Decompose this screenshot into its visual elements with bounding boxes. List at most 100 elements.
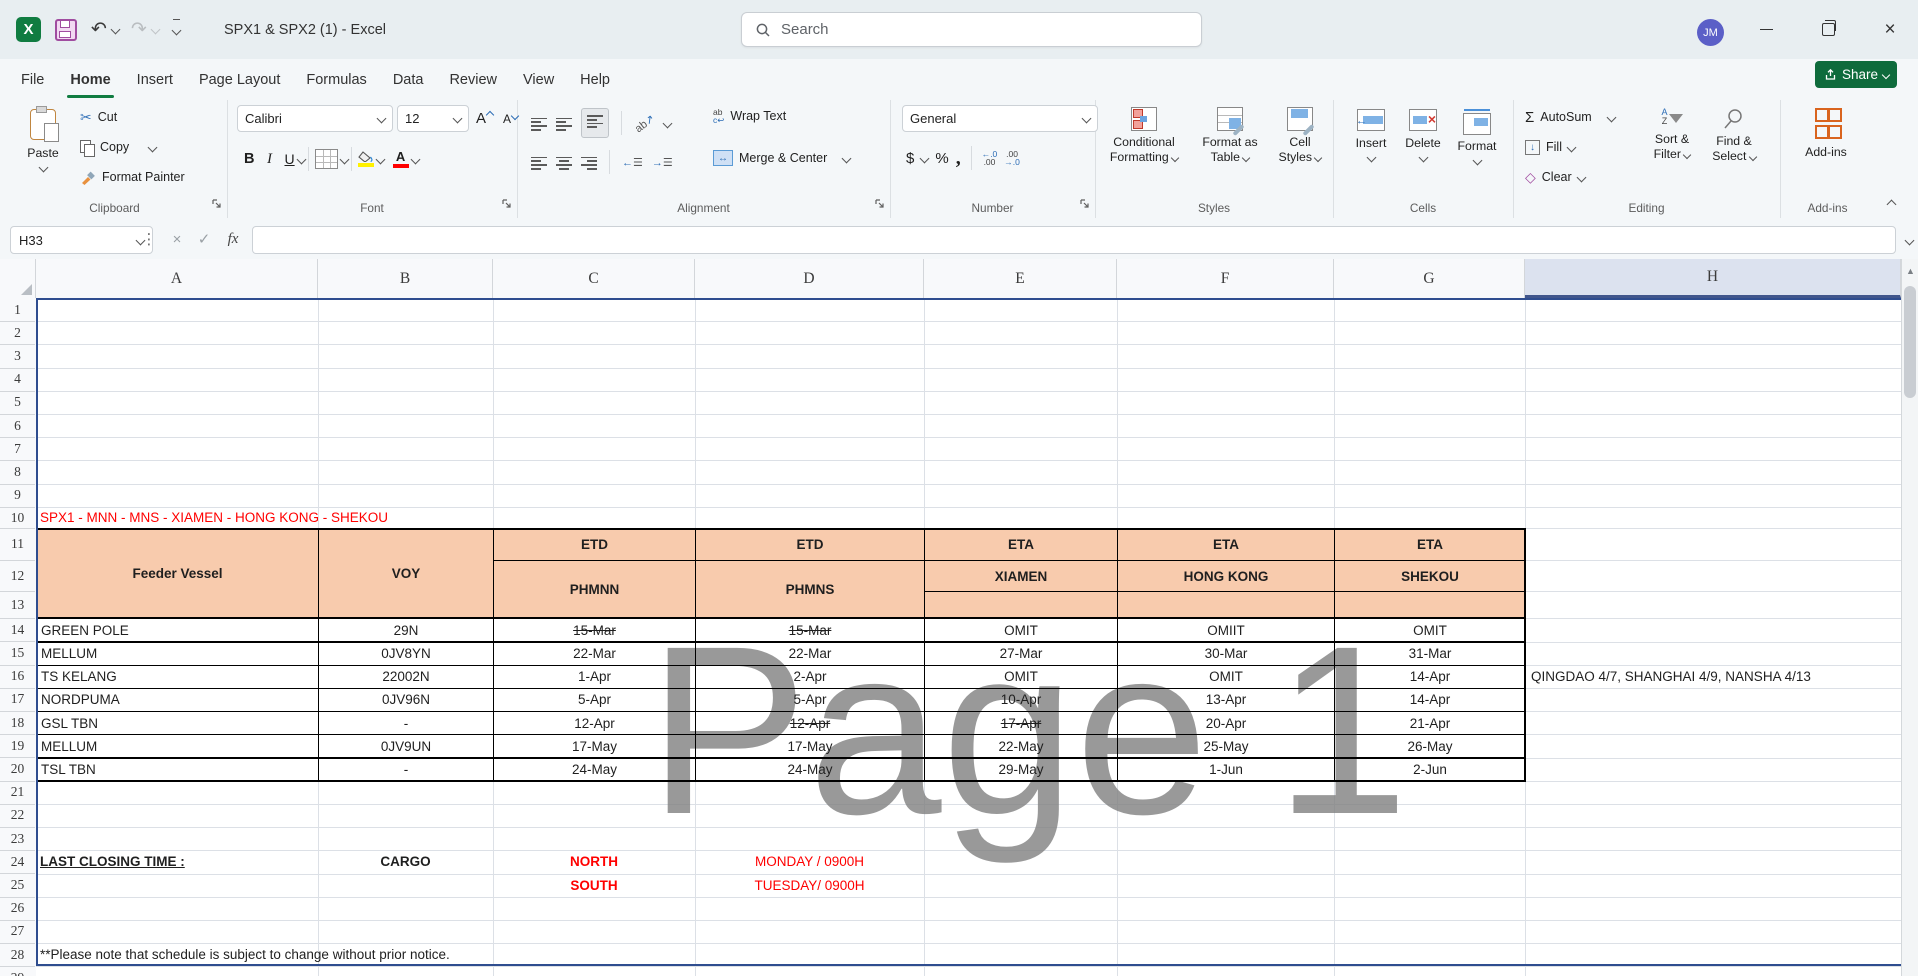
row-header-27[interactable]: 27 — [0, 920, 35, 945]
share-button[interactable]: Share — [1815, 61, 1897, 88]
cell-A19[interactable]: MELLUM — [36, 734, 319, 759]
column-header-F[interactable]: F — [1117, 259, 1334, 298]
row-header-24[interactable]: 24 — [0, 850, 35, 875]
cell-C16[interactable]: 1-Apr — [493, 664, 696, 689]
header-cell-shekou[interactable]: SHEKOU — [1334, 559, 1526, 593]
search-input[interactable]: Search — [741, 12, 1202, 47]
row-header-10[interactable]: 10 — [0, 507, 35, 530]
align-left-button[interactable] — [531, 154, 547, 170]
row-header-3[interactable]: 3 — [0, 344, 35, 369]
column-header-C[interactable]: C — [493, 259, 695, 298]
cell-B17[interactable]: 0JV96N — [318, 687, 494, 713]
cell-D16[interactable]: 2-Apr — [695, 664, 925, 689]
cell-A10-route-title[interactable]: SPX1 - MNN - MNS - XIAMEN - HONG KONG - … — [40, 507, 388, 529]
header-cell-eta-2[interactable]: ETA — [1117, 528, 1335, 561]
header-cell-eta-3[interactable]: ETA — [1334, 528, 1526, 561]
header-cell-etd-1[interactable]: ETD — [493, 528, 696, 561]
row-header-26[interactable]: 26 — [0, 897, 35, 921]
tab-home[interactable]: Home — [57, 59, 123, 100]
column-header-E[interactable]: E — [924, 259, 1117, 298]
header-cell-phmnn[interactable]: PHMNN — [493, 559, 696, 620]
cell-A24-last-closing-time[interactable]: LAST CLOSING TIME : — [40, 850, 185, 873]
cell-A14[interactable]: GREEN POLE — [36, 618, 319, 643]
cell-D25-south-time[interactable]: TUESDAY/ 0900H — [695, 874, 924, 897]
row-header-25[interactable]: 25 — [0, 874, 35, 898]
find-select-button[interactable]: Find & Select — [1705, 103, 1763, 164]
middle-align-button[interactable] — [556, 116, 572, 131]
autosum-button[interactable]: Σ AutoSum — [1525, 102, 1617, 132]
name-box[interactable]: H33 — [10, 226, 153, 254]
cell-D24-north-time[interactable]: MONDAY / 0900H — [695, 850, 924, 873]
merge-center-button[interactable]: ↔ Merge & Center — [713, 150, 852, 166]
currency-chevron-icon[interactable] — [919, 153, 930, 163]
cell-D18[interactable]: 12-Apr — [695, 711, 925, 736]
row-header-29[interactable]: 29 — [0, 966, 35, 976]
align-right-button[interactable] — [581, 154, 597, 170]
confirm-entry-button[interactable]: ✓ — [192, 226, 216, 252]
tab-insert[interactable]: Insert — [124, 59, 186, 100]
cell-A17[interactable]: NORDPUMA — [36, 687, 319, 713]
header-cell-eta-1[interactable]: ETA — [924, 528, 1118, 561]
row-header-8[interactable]: 8 — [0, 460, 35, 485]
cell-B16[interactable]: 22002N — [318, 664, 494, 689]
redo-chevron-icon[interactable] — [150, 24, 161, 35]
tab-formulas[interactable]: Formulas — [293, 59, 379, 100]
conditional-formatting-button[interactable]: Conditional Formatting — [1101, 102, 1187, 165]
cell-B15[interactable]: 0JV8YN — [318, 641, 494, 666]
row-header-12[interactable]: 12 — [0, 560, 35, 593]
restore-button[interactable] — [1806, 0, 1850, 59]
close-button[interactable]: × — [1868, 0, 1912, 59]
cell-C24-north[interactable]: NORTH — [493, 850, 695, 873]
cell-C17[interactable]: 5-Apr — [493, 687, 696, 713]
cell-A16[interactable]: TS KELANG — [36, 664, 319, 689]
cell-H16[interactable]: QINGDAO 4/7, SHANGHAI 4/9, NANSHA 4/13 — [1531, 665, 1811, 688]
cell-C18[interactable]: 12-Apr — [493, 711, 696, 736]
paste-button[interactable]: Paste — [16, 104, 70, 173]
column-header-H[interactable]: H — [1525, 259, 1901, 298]
row-header-15[interactable]: 15 — [0, 642, 35, 666]
comma-style-button[interactable]: , — [956, 147, 961, 170]
row-header-4[interactable]: 4 — [0, 368, 35, 392]
font-color-button[interactable]: A — [390, 146, 412, 172]
header-cell-phmns[interactable]: PHMNS — [695, 559, 925, 620]
decrease-indent-button[interactable]: ←☰ — [622, 156, 643, 169]
cell-F14[interactable]: OMIIT — [1117, 618, 1335, 643]
cell-styles-button[interactable]: Cell Styles — [1271, 102, 1329, 165]
cell-F20[interactable]: 1-Jun — [1117, 757, 1335, 782]
cell-D20[interactable]: 24-May — [695, 757, 925, 782]
column-header-G[interactable]: G — [1334, 259, 1525, 298]
cut-button[interactable]: ✂ Cut — [80, 102, 185, 132]
tab-page-layout[interactable]: Page Layout — [186, 59, 293, 100]
customize-qat-icon[interactable] — [171, 19, 182, 40]
tab-view[interactable]: View — [510, 59, 567, 100]
row-header-13[interactable]: 13 — [0, 591, 35, 620]
header-cell-hong-kong[interactable]: HONG KONG — [1117, 559, 1335, 593]
tab-file[interactable]: File — [8, 59, 57, 100]
cancel-entry-button[interactable]: × — [165, 226, 189, 252]
redo-icon[interactable]: ↷ — [131, 20, 147, 39]
orientation-button[interactable]: ab↗ — [632, 111, 657, 135]
bottom-align-button[interactable] — [581, 108, 609, 139]
undo-chevron-icon[interactable] — [110, 24, 121, 35]
cell-F19[interactable]: 25-May — [1117, 734, 1335, 759]
tab-data[interactable]: Data — [380, 59, 437, 100]
header-cell-xiamen[interactable]: XIAMEN — [924, 559, 1118, 593]
alignment-dialog-launcher[interactable] — [874, 196, 885, 214]
cell-B18[interactable]: - — [318, 711, 494, 736]
font-color-chevron-icon[interactable] — [410, 154, 421, 164]
vertical-scrollbar[interactable]: ▲ — [1901, 259, 1918, 976]
cell-A28-footnote[interactable]: **Please note that schedule is subject t… — [40, 943, 450, 966]
cell-G14[interactable]: OMIT — [1334, 618, 1526, 643]
row-header-2[interactable]: 2 — [0, 321, 35, 346]
cell-E20[interactable]: 29-May — [924, 757, 1118, 782]
percent-button[interactable]: % — [935, 150, 948, 167]
cell-G17[interactable]: 14-Apr — [1334, 687, 1526, 713]
increase-decimal-button[interactable]: ←.0.00 — [982, 150, 998, 167]
header-cell-blank-g13[interactable] — [1334, 591, 1526, 620]
row-header-19[interactable]: 19 — [0, 734, 35, 759]
avatar[interactable]: JM — [1697, 19, 1724, 46]
cell-G16[interactable]: 14-Apr — [1334, 664, 1526, 689]
wrap-text-button[interactable]: ab c↩ Wrap Text — [713, 108, 786, 125]
row-header-1[interactable]: 1 — [0, 298, 35, 323]
cell-F15[interactable]: 30-Mar — [1117, 641, 1335, 666]
